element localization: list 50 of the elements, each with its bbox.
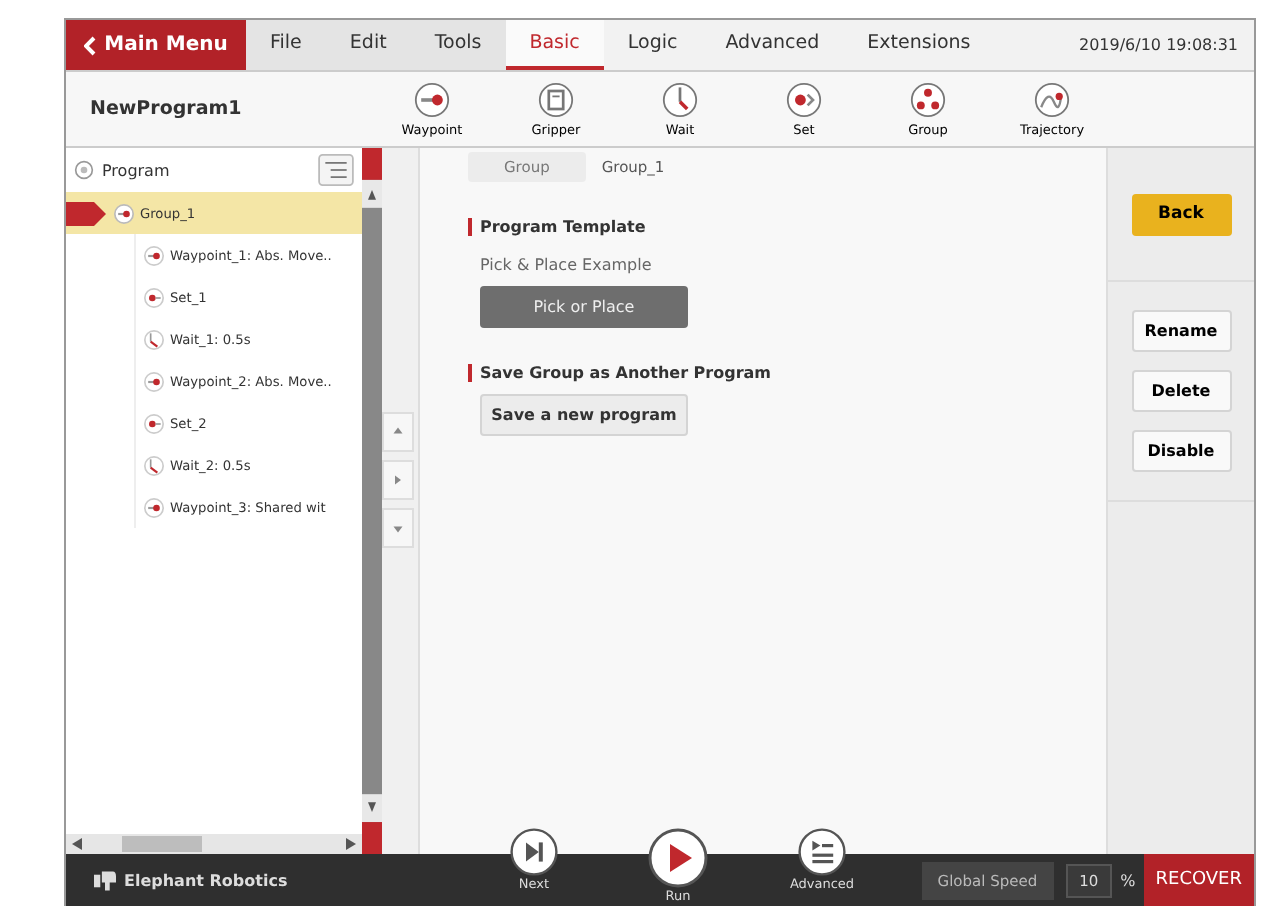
wait-icon — [144, 455, 164, 475]
menu-tab[interactable]: Edit — [325, 20, 411, 71]
back-chevron-icon — [84, 35, 97, 56]
waypoint-icon — [414, 81, 450, 118]
selection-pointer-icon — [66, 202, 106, 226]
wait-icon — [662, 81, 698, 118]
horizontal-scrollbar[interactable] — [66, 834, 362, 854]
menu-tab[interactable]: Advanced — [701, 20, 844, 71]
menu-tab[interactable]: Extensions — [843, 20, 995, 71]
program-name: NewProgram1 — [88, 98, 244, 121]
list-view-icon[interactable] — [318, 154, 354, 186]
menu-tab[interactable]: Basic — [505, 20, 604, 71]
waypoint-icon — [144, 371, 164, 391]
menu-tab[interactable]: Logic — [603, 20, 702, 71]
group-icon — [910, 81, 946, 118]
back-button[interactable]: Back — [1131, 193, 1231, 235]
main-menu-button[interactable]: Main Menu — [66, 20, 246, 71]
speed-unit: % — [1118, 871, 1138, 889]
action-button[interactable]: Rename — [1131, 310, 1231, 352]
tree-item[interactable]: Program — [102, 161, 170, 179]
section-button[interactable]: Pick or Place — [480, 286, 688, 328]
up-arrow-icon — [392, 426, 404, 438]
move-down-button[interactable] — [382, 508, 414, 548]
program-icon — [74, 160, 94, 180]
group-node-icon — [114, 203, 134, 223]
right-arrow-icon — [392, 474, 404, 486]
set-icon — [144, 413, 164, 433]
action-button[interactable]: Disable — [1131, 430, 1231, 472]
move-in-button[interactable] — [382, 460, 414, 500]
datetime: 2019/6/10 19:08:31 — [1079, 36, 1240, 55]
menu-tab[interactable]: Tools — [410, 20, 506, 71]
down-arrow-icon — [392, 522, 404, 534]
brand-name: Elephant Robotics — [124, 871, 288, 889]
vertical-scrollbar[interactable] — [362, 148, 382, 854]
menu-tab[interactable]: File — [246, 20, 326, 71]
move-up-button[interactable] — [382, 412, 414, 452]
trajectory-icon — [1034, 81, 1070, 118]
section-caption: Pick & Place Example — [480, 256, 652, 274]
elephant-logo-icon — [94, 869, 116, 891]
section-button[interactable]: Save a new program — [480, 394, 688, 436]
section-title: Program Template — [468, 218, 646, 236]
section-title: Save Group as Another Program — [468, 364, 772, 382]
wait-icon — [144, 329, 164, 349]
action-button[interactable]: Delete — [1131, 370, 1231, 412]
waypoint-icon — [144, 497, 164, 517]
waypoint-icon — [144, 245, 164, 265]
gripper-icon — [538, 81, 574, 118]
set-icon — [786, 81, 822, 118]
recover-button[interactable]: RECOVER — [1143, 854, 1254, 906]
set-icon — [144, 287, 164, 307]
